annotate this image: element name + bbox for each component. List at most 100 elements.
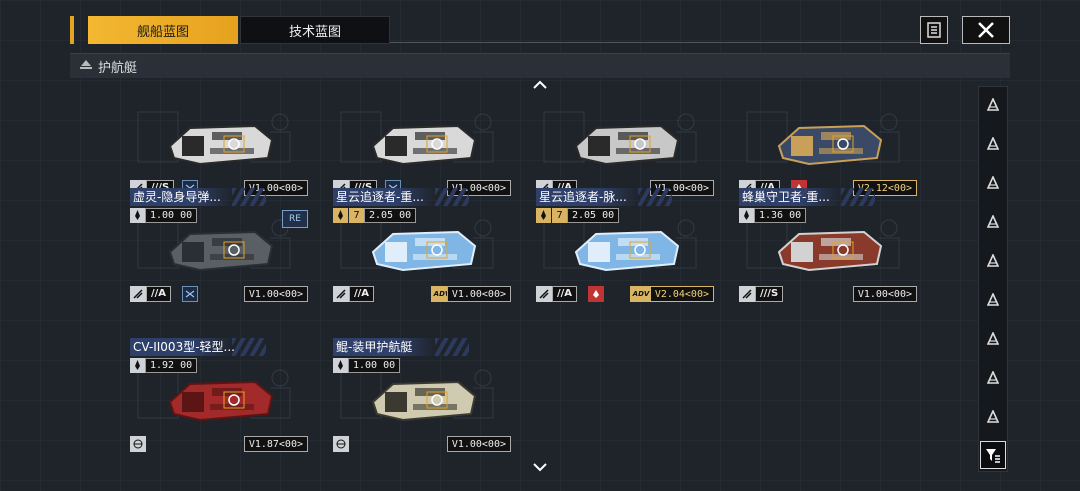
sidebar-item[interactable] (979, 169, 1007, 197)
title-stripes (435, 338, 469, 356)
sidebar-item[interactable] (979, 364, 1007, 392)
ship-title: 鲲-装甲护航艇 (333, 338, 436, 356)
accent-bar (70, 16, 74, 44)
card-footer: V1.87<00> (130, 436, 308, 452)
hull-type-3-icon (987, 176, 999, 189)
filter-icon (986, 449, 1000, 463)
top-bar: 舰船蓝图 技术蓝图 (70, 14, 1010, 46)
title-stripes (232, 188, 266, 206)
document-icon (927, 22, 941, 38)
value-text: 1.00 00 (145, 208, 198, 223)
ship-title: CV-II003型-轻型... (130, 338, 235, 356)
title-stripes (232, 338, 266, 356)
card-footer: ///S V1.00<00> (739, 286, 917, 302)
close-button[interactable] (962, 16, 1010, 44)
section-header[interactable]: 护航艇 (70, 53, 1010, 78)
hull-type-7-icon (987, 332, 999, 345)
blueprint-card[interactable]: 鲲-装甲护航艇 1.00 00 V1.00<00> (333, 336, 511, 456)
hull-type-1-icon (987, 98, 999, 111)
value-row: 1.92 00 (130, 358, 198, 373)
ship-image (574, 230, 680, 272)
document-button[interactable] (920, 16, 948, 44)
section-label: 护航艇 (98, 61, 138, 76)
card-footer: //A ADV V1.00<00> (333, 286, 511, 302)
rocket-icon (130, 208, 145, 223)
value-row: 1.00 00 (333, 358, 401, 373)
ship-image (168, 380, 274, 422)
class-tag: //A (130, 286, 172, 302)
ship-image (777, 230, 883, 272)
hull-type-9-icon (987, 410, 999, 423)
filter-button[interactable] (980, 441, 1006, 469)
sidebar-item[interactable] (979, 91, 1007, 119)
divider (390, 42, 930, 43)
class-tag (130, 436, 146, 452)
blueprint-card[interactable]: 星云追逐者-脉... 7 2.05 00 //A ADV V2.04<00> (536, 186, 714, 306)
blueprint-card[interactable]: ///SV1.00<00> (130, 80, 308, 200)
strike-icon (536, 286, 552, 302)
strike-icon (739, 286, 755, 302)
hull-type-5-icon (987, 254, 999, 267)
ship-image (371, 124, 477, 166)
ship-title: 星云追逐者-脉... (536, 188, 639, 206)
blueprint-card[interactable]: //AV1.00<00> (536, 80, 714, 200)
globe-icon (333, 436, 349, 452)
sidebar-item[interactable] (979, 286, 1007, 314)
ship-image (574, 124, 680, 166)
sidebar-item[interactable] (979, 208, 1007, 236)
ship-image (371, 230, 477, 272)
value-text: 2.05 00 (567, 208, 620, 223)
tab-tech-blueprint[interactable]: 技术蓝图 (240, 16, 390, 44)
sidebar-item[interactable] (979, 130, 1007, 158)
sidebar-item[interactable] (979, 247, 1007, 275)
blueprint-card[interactable]: //AV2.12<00> (739, 80, 917, 200)
version-label: V1.00<00> (446, 436, 511, 452)
card-footer: //A V1.00<00> (130, 286, 308, 302)
rocket-icon (333, 208, 348, 223)
value-row: 1.00 00 (130, 208, 198, 223)
escort-ship-icon (80, 60, 92, 69)
rocket-icon (536, 208, 551, 223)
level-number: 7 (552, 208, 567, 223)
tab-ship-blueprint[interactable]: 舰船蓝图 (88, 16, 238, 44)
strike-icon (130, 286, 146, 302)
rocket-icon (739, 208, 754, 223)
class-tag: //A (536, 286, 578, 302)
version-label: V1.87<00> (243, 436, 308, 452)
ship-image (168, 230, 274, 272)
sidebar-item[interactable] (979, 403, 1007, 431)
level-number: 7 (349, 208, 364, 223)
class-tag: //A (333, 286, 375, 302)
scroll-down-icon[interactable] (532, 462, 548, 472)
ship-image (777, 124, 883, 166)
title-stripes (435, 188, 469, 206)
hull-type-6-icon (987, 293, 999, 306)
globe-icon (130, 436, 146, 452)
strike-icon (333, 286, 349, 302)
blueprint-card[interactable]: 星云追逐者-重... 7 2.05 00 //A ADV V1.00<00> (333, 186, 511, 306)
value-text: 2.05 00 (364, 208, 417, 223)
blueprint-card[interactable]: ///SV1.00<00> (333, 80, 511, 200)
stealth-icon (182, 286, 198, 302)
blueprint-card[interactable]: 虚灵-隐身导弹... 1.00 00 RE //A V1.00<00> (130, 186, 308, 306)
re-badge: RE (282, 210, 308, 228)
ship-image (371, 380, 477, 422)
rocket-icon (333, 358, 348, 373)
ship-title: 虚灵-隐身导弹... (130, 188, 233, 206)
attack-icon (588, 286, 604, 302)
rocket-icon (130, 358, 145, 373)
title-stripes (841, 188, 875, 206)
version-label: V1.00<00> (243, 286, 308, 302)
value-row: 7 2.05 00 (333, 208, 417, 223)
hull-filter-sidebar (978, 86, 1008, 472)
value-row: 7 2.05 00 (536, 208, 620, 223)
card-footer: //A ADV V2.04<00> (536, 286, 714, 302)
blueprint-card[interactable]: 蜂巢守卫者-重... 1.36 00 ///S V1.00<00> (739, 186, 917, 306)
ship-title: 蜂巢守卫者-重... (739, 188, 842, 206)
sidebar-item[interactable] (979, 325, 1007, 353)
class-tag (333, 436, 349, 452)
blueprint-card[interactable]: CV-II003型-轻型... 1.92 00 V1.87<00> (130, 336, 308, 456)
version-label: V1.00<00> (446, 286, 511, 302)
value-text: 1.92 00 (145, 358, 198, 373)
title-stripes (638, 188, 672, 206)
